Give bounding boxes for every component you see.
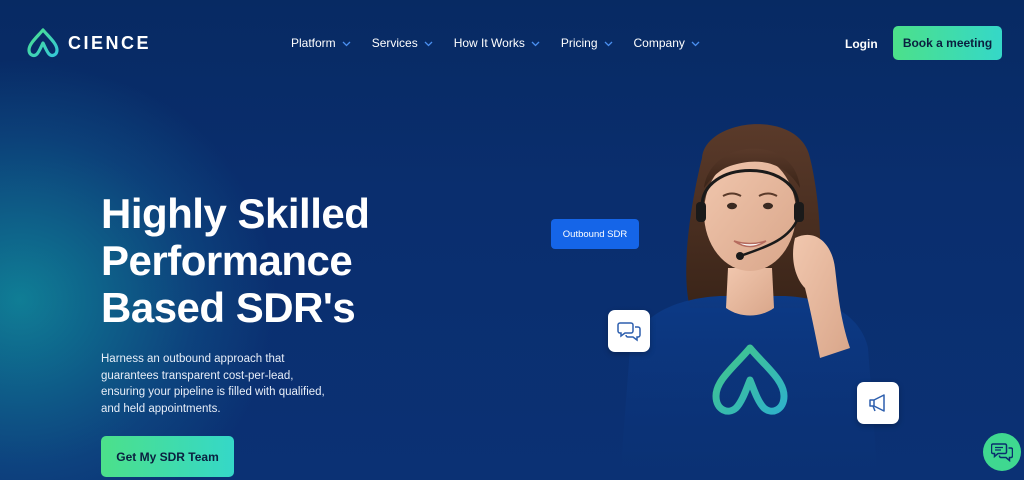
chevron-down-icon [531,41,540,46]
nav-item-platform[interactable]: Platform [291,36,351,50]
chat-icon [991,443,1013,462]
nav-item-company[interactable]: Company [634,36,700,50]
megaphone-icon [869,394,885,412]
login-link[interactable]: Login [845,37,878,51]
chevron-down-icon [604,41,612,46]
hero-title-line: Performance [101,237,353,284]
nav-item-label: Platform [291,36,336,50]
chat-bubbles-icon [608,310,650,352]
book-meeting-button[interactable]: Book a meeting [893,26,1002,60]
hero-description: Harness an outbound approach that guaran… [101,353,325,415]
get-sdr-team-button[interactable]: Get My SDR Team [101,436,234,477]
chevron-down-icon [691,41,700,46]
site-header: CIENCE Platform Services How It Works Pr… [0,0,1024,86]
hero-title-line: Highly Skilled [101,190,370,237]
logo-icon [27,28,59,57]
main-nav: Platform Services How It Works Pricing C… [291,36,700,50]
nav-item-pricing[interactable]: Pricing [561,36,613,50]
brand-logo[interactable]: CIENCE [26,28,151,58]
nav-item-label: Services [371,36,418,50]
chevron-down-icon [424,41,433,46]
sdr-agent-illustration [620,124,878,480]
hero-title: Highly Skilled Performance Based SDR's [101,190,421,331]
nav-item-label: Pricing [560,36,598,50]
hero-title-line: Based SDR's [101,284,356,331]
megaphone-icon [857,382,899,424]
chat-widget-button[interactable] [983,433,1021,471]
nav-item-how-it-works[interactable]: How It Works [454,36,540,50]
nav-item-label: Company [633,36,685,50]
outbound-sdr-tag: Outbound SDR [551,219,639,249]
nav-item-services[interactable]: Services [372,36,433,50]
nav-item-label: How It Works [453,36,525,50]
logo-text: CIENCE [68,32,152,53]
chat-bubbles-icon [617,322,641,342]
chevron-down-icon [342,41,351,46]
